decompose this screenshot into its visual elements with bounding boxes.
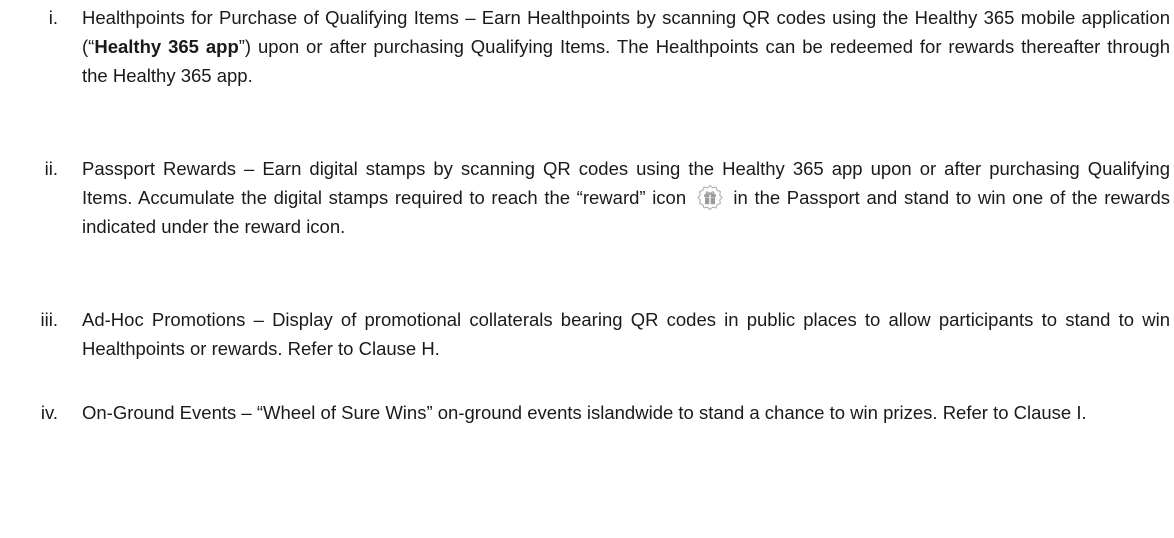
item-title: Passport Rewards — [82, 158, 237, 179]
item-title: Healthpoints for Purchase of Qualifying … — [82, 7, 459, 28]
item-text-part: – “Wheel of Sure Wins” on-ground events … — [236, 402, 1087, 423]
list-numeral: ii. — [44, 158, 58, 179]
list-item-text: Passport Rewards – Earn digital stamps b… — [82, 154, 1170, 241]
list-numeral: iii. — [40, 309, 58, 330]
list-numeral: i. — [48, 7, 58, 28]
app-name-bold: Healthy 365 app — [94, 36, 239, 57]
list-item-text: On-Ground Events – “Wheel of Sure Wins” … — [82, 398, 1170, 427]
item-text-part: ”) upon or after purchasing Qualifying I… — [82, 36, 1170, 86]
gift-icon — [696, 184, 724, 210]
item-text-part: – Display of promotional collaterals bea… — [82, 309, 1170, 359]
list-numeral: iv. — [40, 402, 58, 423]
list-item-text: Healthpoints for Purchase of Qualifying … — [82, 3, 1170, 90]
list-item-text: Ad-Hoc Promotions – Display of promotion… — [82, 305, 1170, 363]
item-title: On-Ground Events — [82, 402, 237, 423]
document-page: i. Healthpoints for Purchase of Qualifyi… — [0, 0, 1174, 538]
item-title: Ad-Hoc Promotions — [82, 309, 246, 330]
